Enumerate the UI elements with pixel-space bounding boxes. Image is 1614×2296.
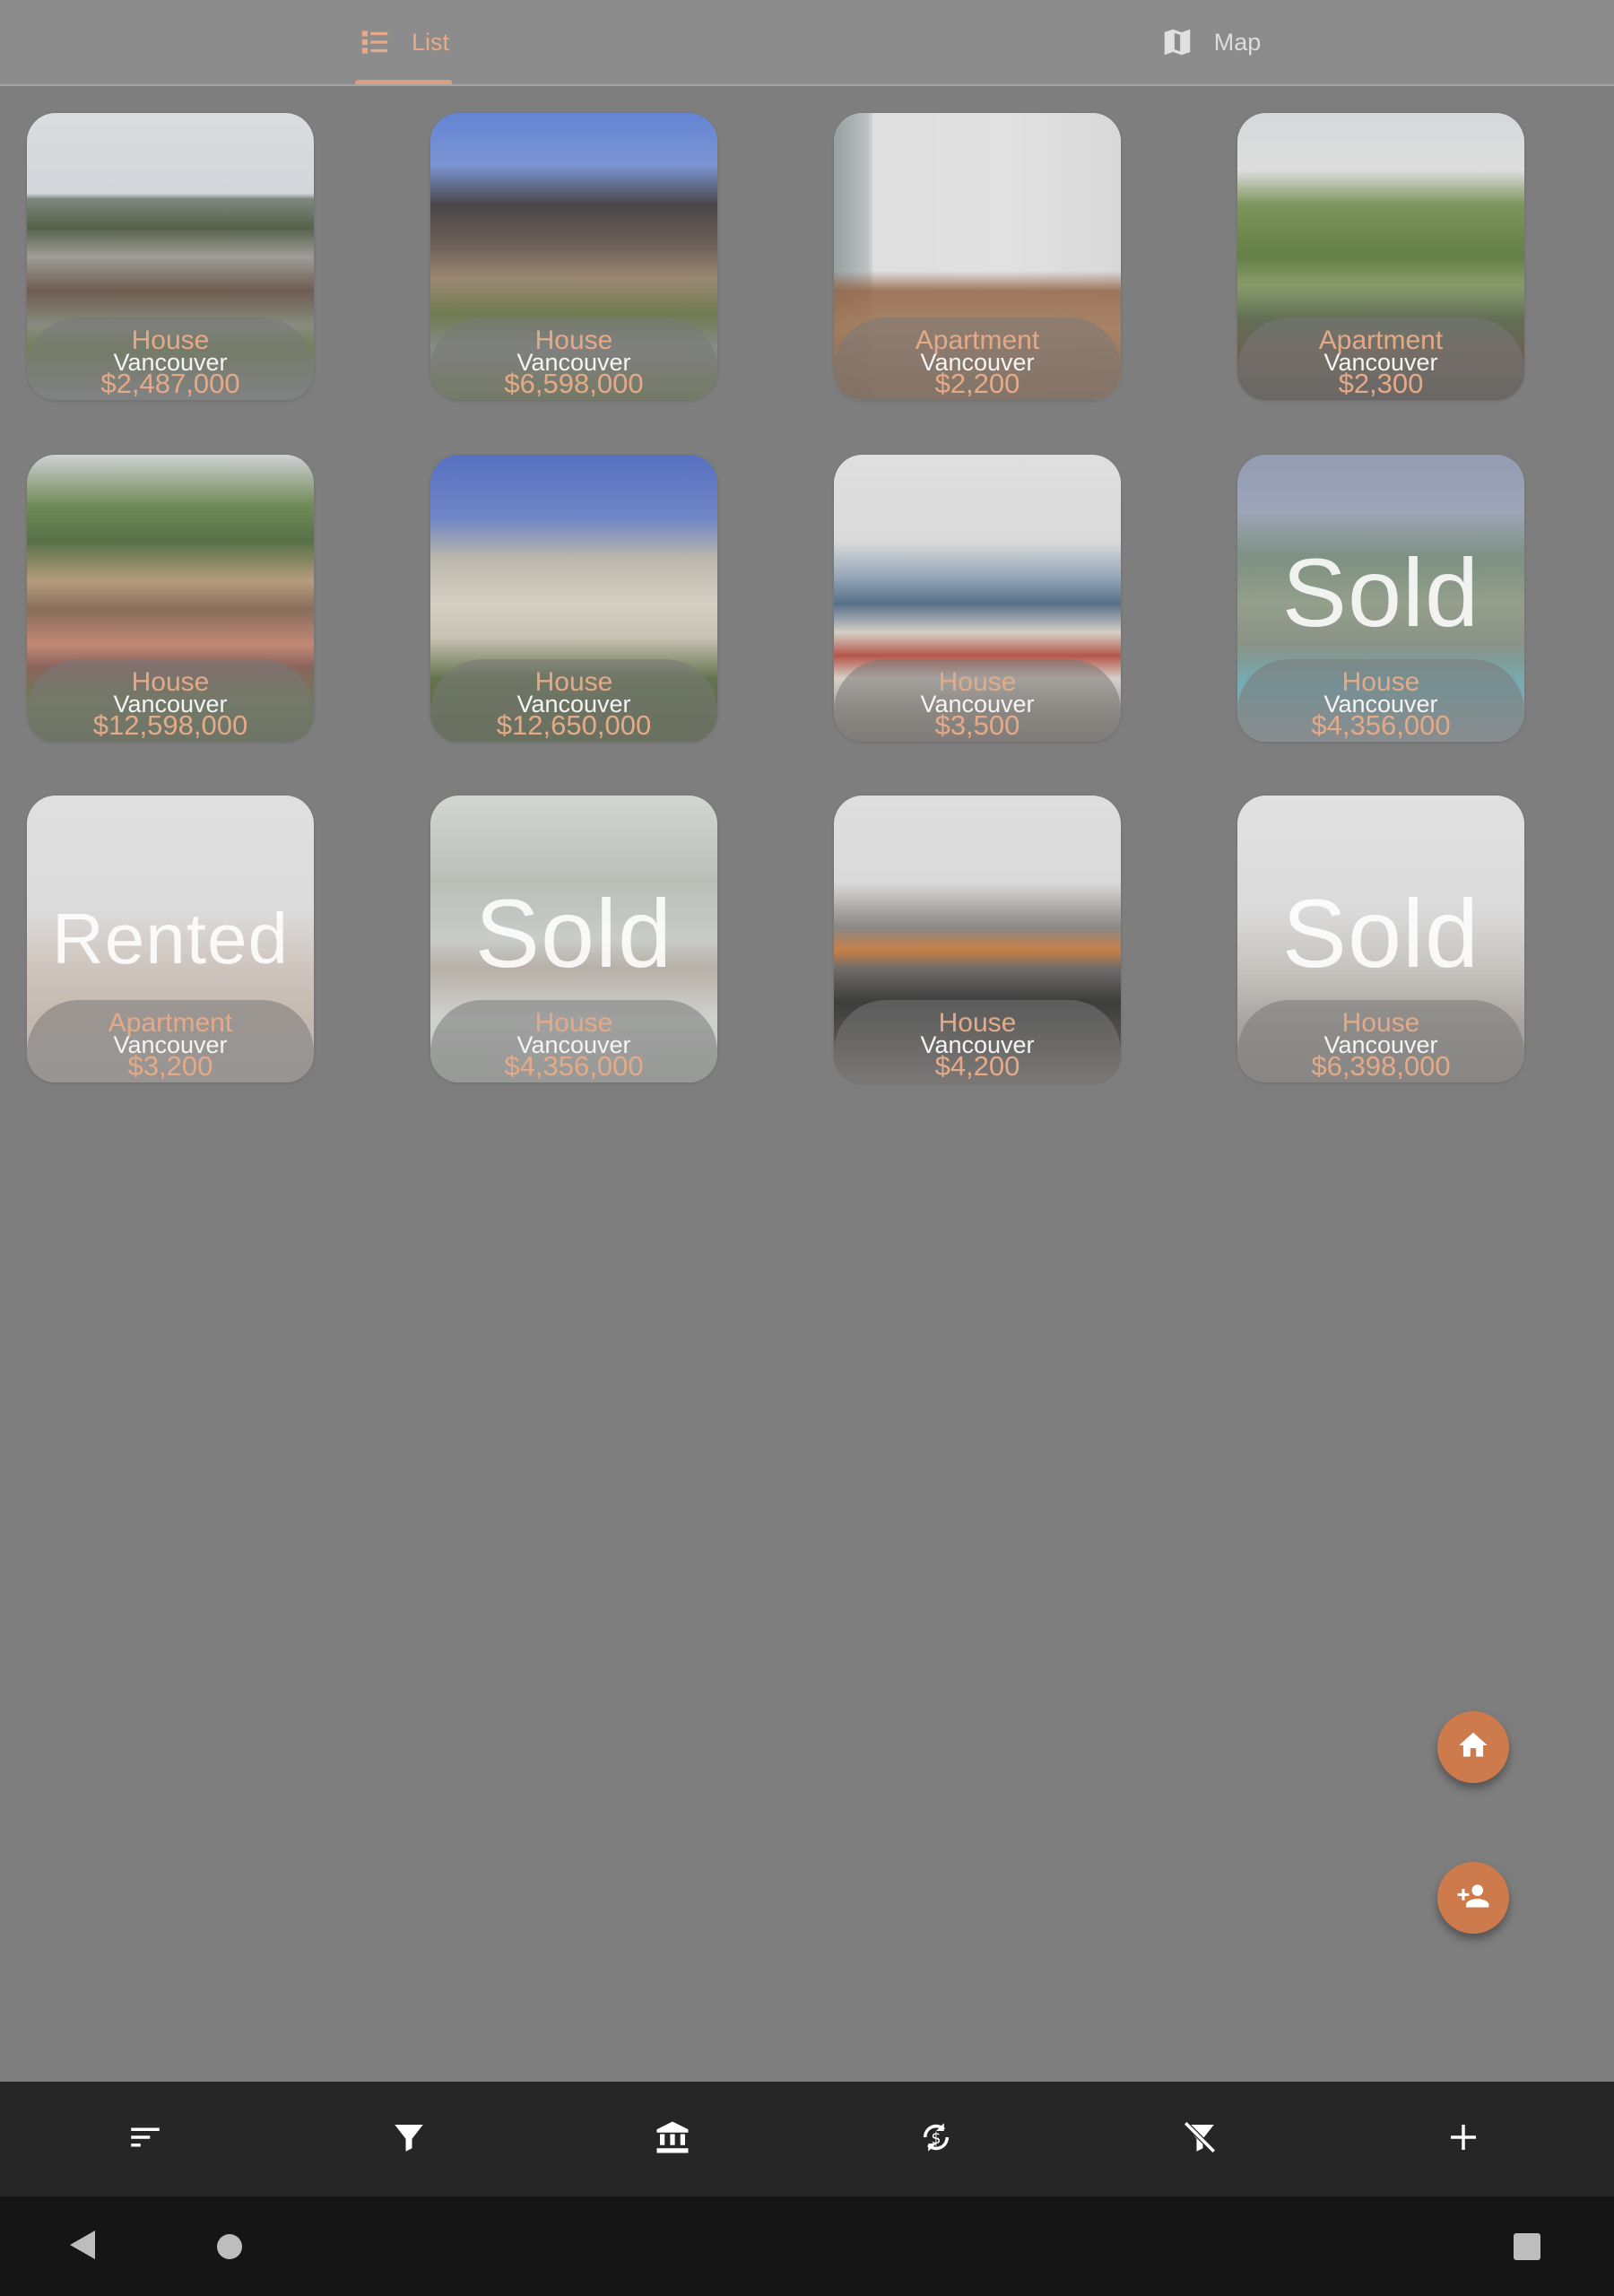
- listing-price: $2,200: [934, 368, 1020, 399]
- listing-price: $4,356,000: [504, 1050, 644, 1082]
- bottom-action-bar: $: [0, 2082, 1614, 2196]
- listing-price: $3,200: [127, 1050, 213, 1082]
- listing-price: $3,500: [934, 709, 1020, 741]
- mortgage-button[interactable]: [646, 2112, 699, 2166]
- listing-card[interactable]: House Vancouver $2,487,000: [27, 113, 314, 400]
- listing-card[interactable]: House Vancouver $4,200: [834, 796, 1121, 1083]
- back-triangle-icon: [68, 2231, 99, 2265]
- listing-card[interactable]: House Vancouver $6,598,000: [430, 113, 717, 400]
- listing-card[interactable]: Sold House Vancouver $4,356,000: [1237, 455, 1524, 742]
- listing-price: $4,200: [934, 1050, 1020, 1082]
- home-circle-icon: [215, 2234, 244, 2265]
- filter-button[interactable]: [382, 2112, 436, 2166]
- filter-off-icon: [1181, 2118, 1219, 2161]
- home-icon: [1456, 1728, 1490, 1767]
- bank-icon: [654, 2118, 691, 2161]
- listing-card[interactable]: House Vancouver $3,500: [834, 455, 1121, 742]
- filter-icon: [390, 2118, 428, 2161]
- listing-card[interactable]: Sold House Vancouver $4,356,000: [430, 796, 717, 1083]
- system-nav-bar: [0, 2196, 1614, 2296]
- listing-price: $6,398,000: [1311, 1050, 1451, 1082]
- currency-exchange-icon: $: [917, 2118, 955, 2161]
- sort-icon: [126, 2118, 164, 2161]
- listing-price: $2,487,000: [100, 368, 240, 399]
- listing-card[interactable]: Apartment Vancouver $2,300: [1237, 113, 1524, 400]
- back-button[interactable]: [68, 2229, 99, 2266]
- listing-price: $12,650,000: [496, 709, 652, 741]
- add-button[interactable]: [1436, 2112, 1490, 2166]
- svg-text:$: $: [931, 2130, 941, 2148]
- listing-status-overlay: Sold: [1281, 879, 1480, 987]
- listing-status-overlay: Rented: [52, 899, 289, 978]
- add-property-fab[interactable]: [1437, 1711, 1509, 1783]
- recents-square-icon: [1514, 2233, 1540, 2264]
- listing-price: $2,300: [1338, 368, 1424, 399]
- plus-icon: [1445, 2118, 1482, 2161]
- listing-price: $4,356,000: [1311, 709, 1451, 741]
- listing-card[interactable]: House Vancouver $12,650,000: [430, 455, 717, 742]
- listing-card[interactable]: Apartment Vancouver $2,200: [834, 113, 1121, 400]
- listing-status-overlay: Sold: [1281, 538, 1480, 647]
- clear-filter-button[interactable]: [1173, 2112, 1227, 2166]
- listing-price: $6,598,000: [504, 368, 644, 399]
- listing-price: $12,598,000: [92, 709, 248, 741]
- listing-card[interactable]: House Vancouver $12,598,000: [27, 455, 314, 742]
- listing-card[interactable]: Rented Apartment Vancouver $3,200: [27, 796, 314, 1083]
- person-add-icon: [1456, 1879, 1490, 1918]
- listing-grid: House Vancouver $2,487,000 House Vancouv…: [0, 0, 1614, 1166]
- sort-button[interactable]: [118, 2112, 172, 2166]
- add-agent-fab[interactable]: [1437, 1862, 1509, 1934]
- listing-card[interactable]: Sold House Vancouver $6,398,000: [1237, 796, 1524, 1083]
- listing-status-overlay: Sold: [474, 879, 673, 987]
- currency-convert-button[interactable]: $: [909, 2112, 963, 2166]
- recents-button[interactable]: [1514, 2233, 1540, 2265]
- home-button[interactable]: [215, 2232, 244, 2266]
